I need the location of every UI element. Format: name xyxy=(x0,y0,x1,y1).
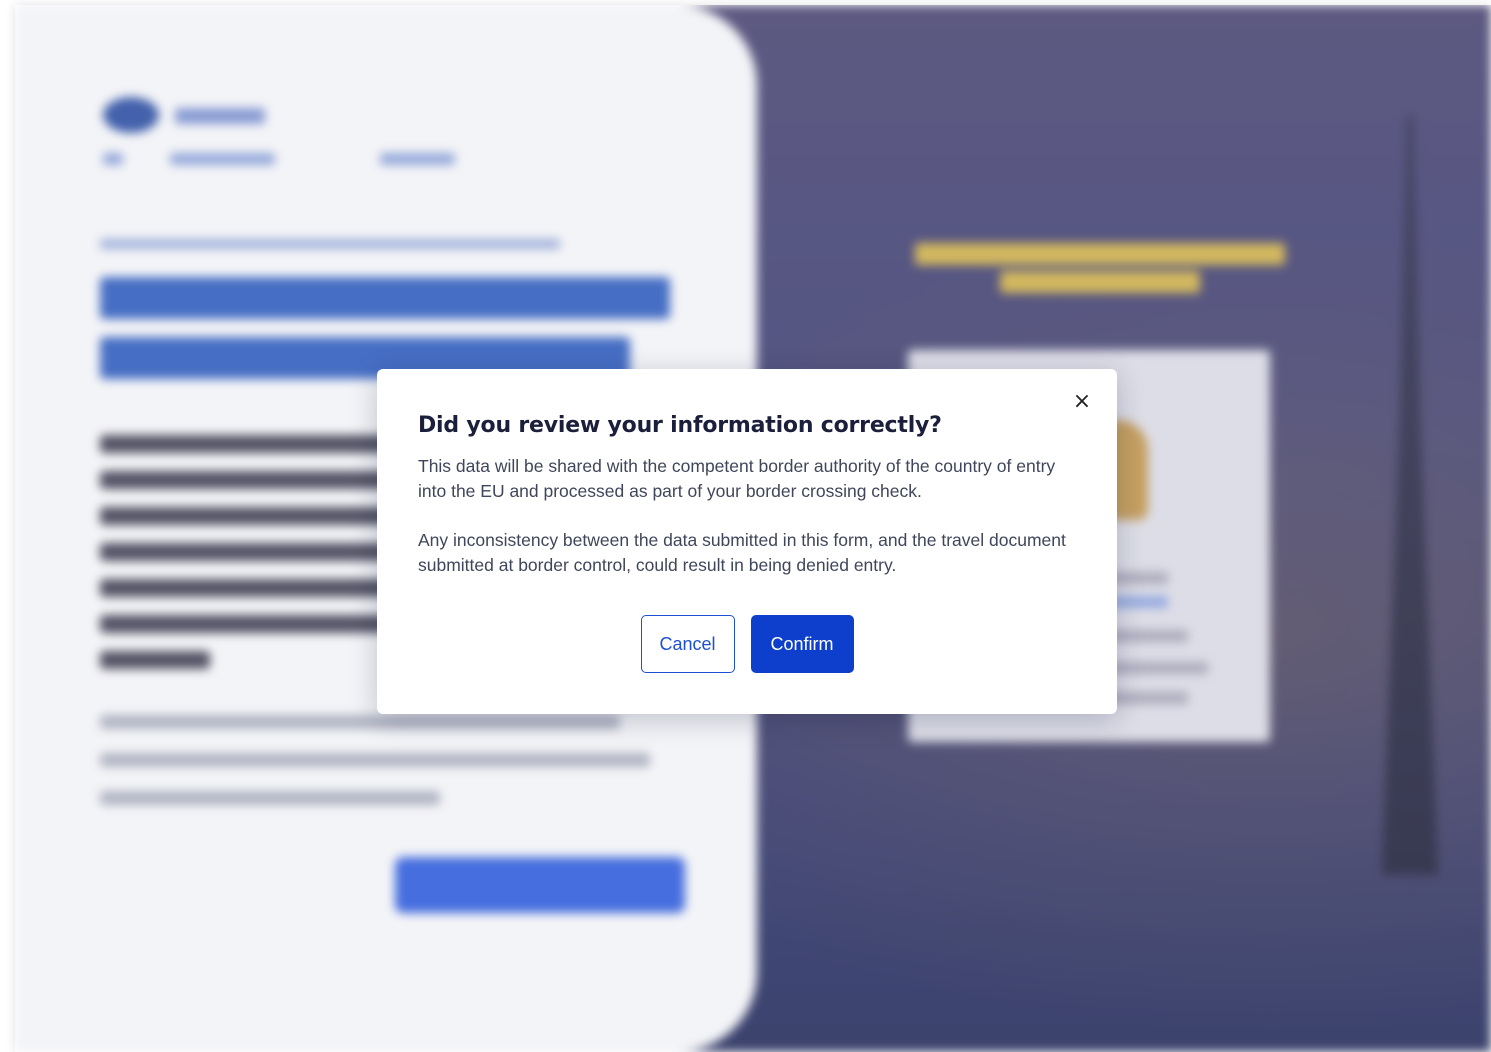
dialog-body: This data will be shared with the compet… xyxy=(418,454,1088,602)
dialog-actions: Cancel Confirm xyxy=(377,615,1117,673)
cancel-button[interactable]: Cancel xyxy=(640,615,735,673)
close-icon[interactable]: × xyxy=(1069,389,1095,415)
confirm-button[interactable]: Confirm xyxy=(750,615,854,673)
dialog-paragraph-warning: Any inconsistency between the data submi… xyxy=(418,530,1066,575)
dialog-paragraph-data-sharing: This data will be shared with the compet… xyxy=(418,456,1056,501)
dialog-title: Did you review your information correctl… xyxy=(418,413,942,438)
confirmation-dialog: × Did you review your information correc… xyxy=(377,369,1117,714)
app-window: × Did you review your information correc… xyxy=(15,5,1491,1052)
